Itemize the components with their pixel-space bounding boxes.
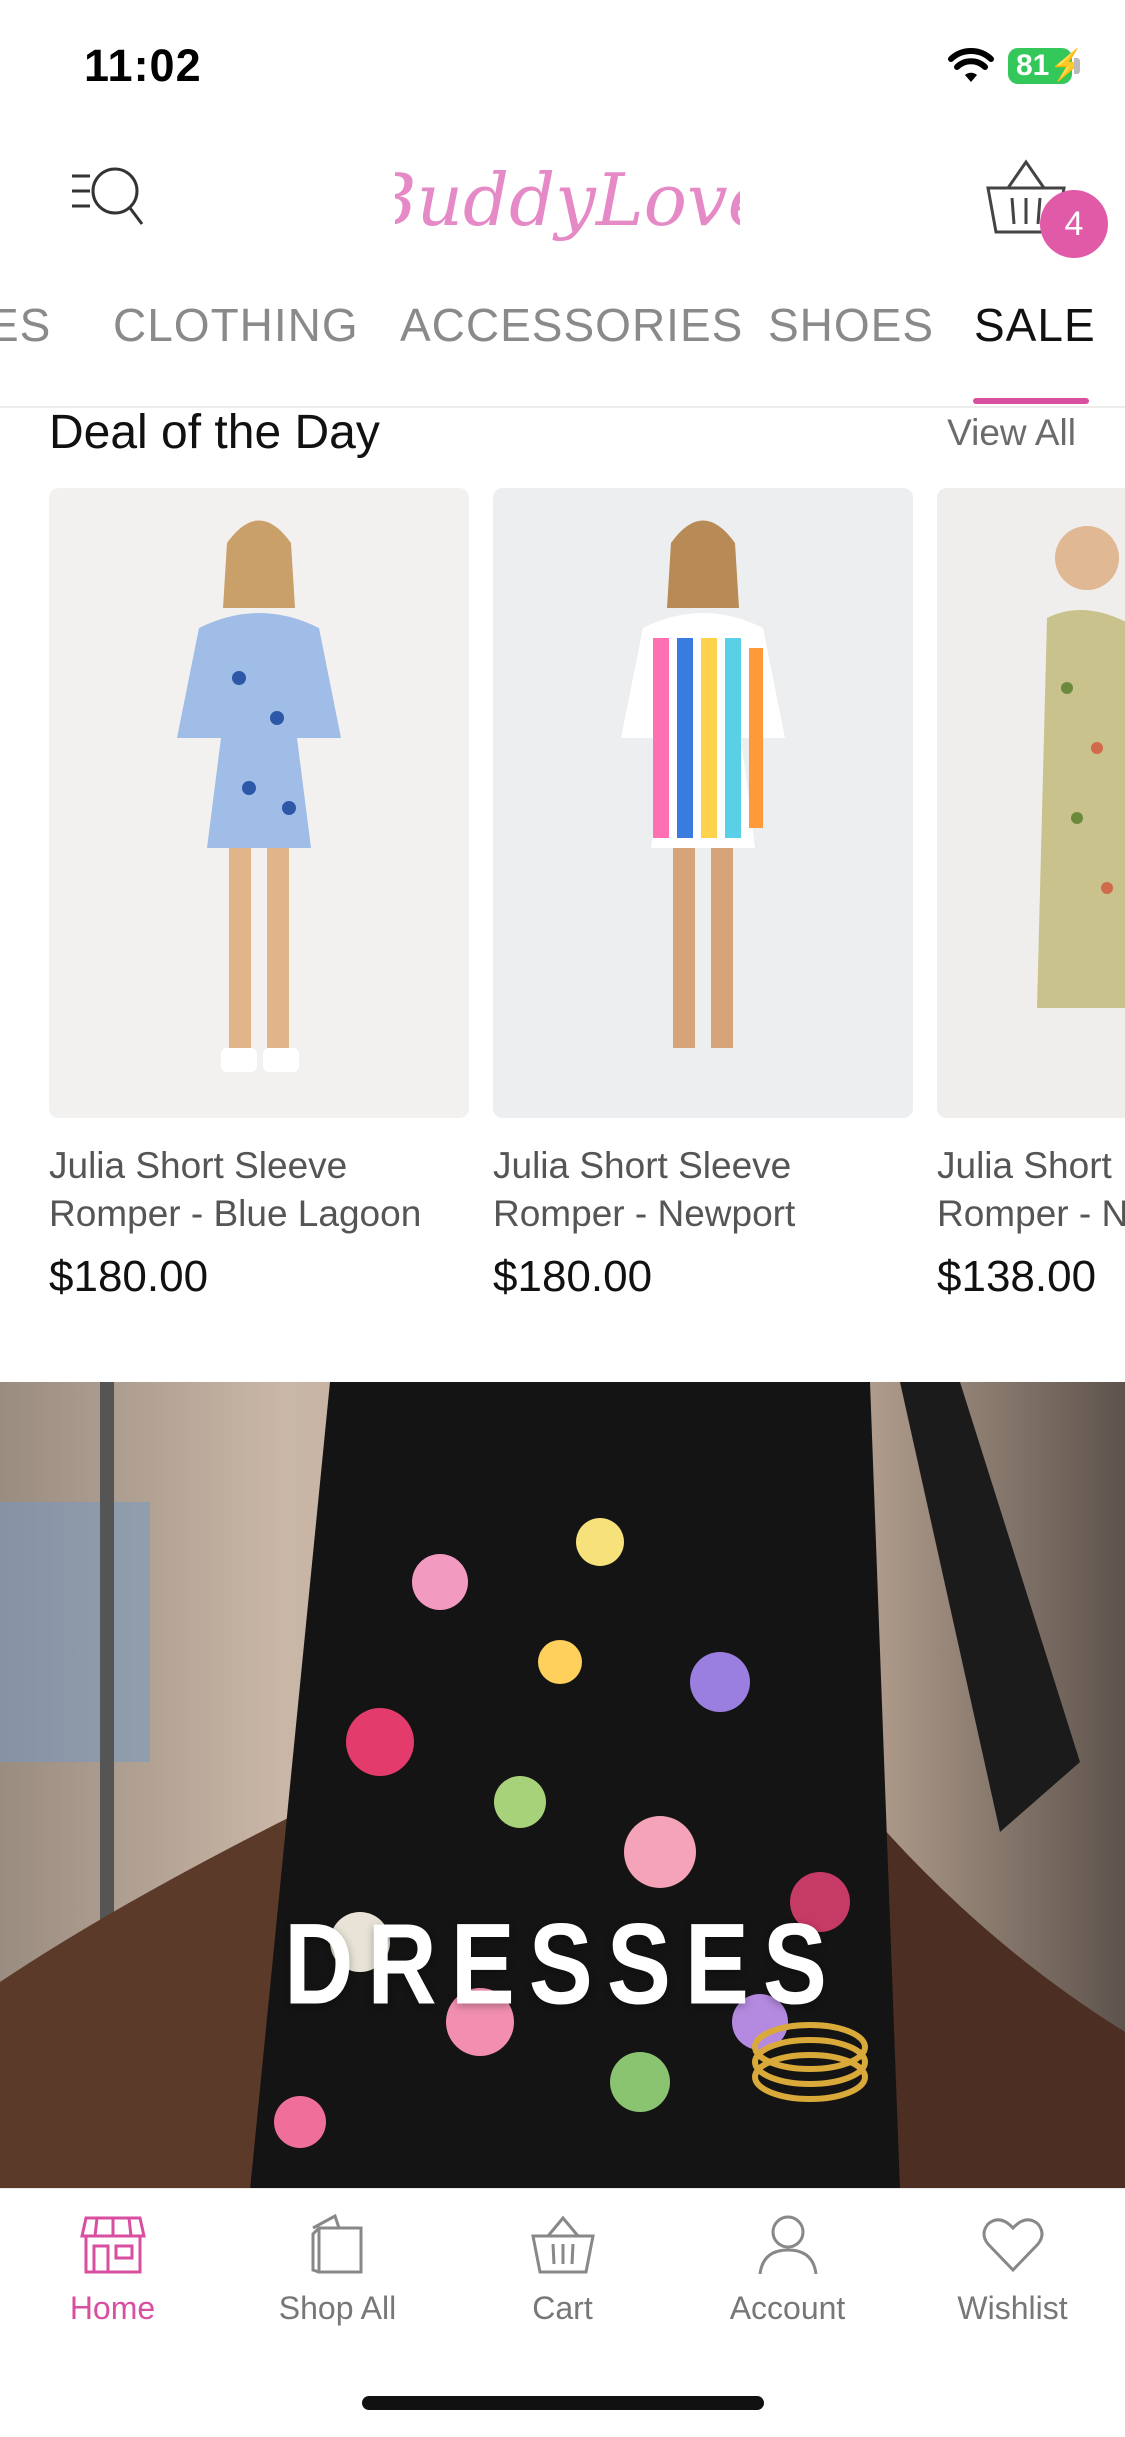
nav-account-label: Account bbox=[729, 2290, 846, 2326]
category-tabs: ES CLOTHING ACCESSORIES SHOES SALE bbox=[0, 298, 1125, 408]
battery-tip bbox=[1074, 58, 1080, 74]
menu-search-icon[interactable] bbox=[70, 158, 150, 228]
nav-shop-all-label: Shop All bbox=[278, 2290, 397, 2326]
nav-home[interactable]: Home bbox=[0, 2214, 225, 2327]
product-image[interactable] bbox=[937, 488, 1125, 1118]
product-card[interactable]: Julia Short Sleeve Romper - Blue Lagoon … bbox=[49, 488, 469, 1302]
shopping-bag-icon bbox=[311, 2214, 362, 2274]
product-name-line[interactable]: Julia Short Sleeve bbox=[49, 1142, 469, 1190]
nav-cart[interactable]: Cart bbox=[450, 2214, 675, 2327]
active-tab-indicator bbox=[973, 398, 1089, 404]
product-price: $180.00 bbox=[493, 1252, 653, 1301]
product-price: $138.00 bbox=[937, 1252, 1097, 1301]
storefront-icon bbox=[79, 2216, 146, 2274]
product-name-line[interactable]: Julia Short bbox=[937, 1142, 1125, 1190]
tab-categories[interactable]: ES bbox=[0, 298, 51, 352]
tab-shoes[interactable]: SHOES bbox=[768, 298, 934, 352]
product-card[interactable]: Julia Short Romper - N $138.00 bbox=[937, 488, 1125, 1302]
product-name-line[interactable]: Romper - Blue Lagoon bbox=[49, 1190, 469, 1238]
cart-count-badge[interactable]: 4 bbox=[1040, 190, 1108, 258]
product-image[interactable] bbox=[49, 488, 469, 1118]
logo-text: BuddyLove bbox=[395, 158, 740, 242]
banner-image[interactable] bbox=[0, 1382, 1125, 2190]
status-bar: 11:02 81⚡ bbox=[0, 0, 1125, 130]
status-time: 11:02 bbox=[84, 40, 202, 91]
view-all-link[interactable]: View All bbox=[947, 412, 1076, 454]
nav-cart-label: Cart bbox=[532, 2290, 593, 2326]
product-price: $180.00 bbox=[49, 1252, 209, 1301]
nav-wishlist-label: Wishlist bbox=[957, 2290, 1068, 2326]
tab-accessories[interactable]: ACCESSORIES bbox=[400, 298, 743, 352]
basket-icon bbox=[530, 2215, 595, 2274]
heart-icon bbox=[982, 2218, 1043, 2273]
product-name-line[interactable]: Julia Short Sleeve bbox=[493, 1142, 913, 1190]
product-name-line[interactable]: Romper - Newport bbox=[493, 1190, 913, 1238]
buddylove-logo[interactable]: BuddyLove bbox=[395, 125, 740, 275]
person-icon bbox=[758, 2215, 817, 2275]
wifi-icon bbox=[948, 48, 994, 82]
product-name-line[interactable]: Romper - N bbox=[937, 1190, 1125, 1238]
home-indicator bbox=[362, 2396, 764, 2410]
banner-title[interactable]: DRESSES bbox=[0, 1899, 1125, 2031]
nav-shop-all[interactable]: Shop All bbox=[225, 2214, 450, 2327]
tab-clothing[interactable]: CLOTHING bbox=[113, 298, 359, 352]
nav-home-label: Home bbox=[69, 2290, 156, 2326]
battery-indicator: 81⚡ bbox=[1008, 48, 1087, 84]
dresses-banner[interactable] bbox=[0, 1382, 1125, 2190]
section-title: Deal of the Day bbox=[49, 406, 380, 459]
nav-wishlist[interactable]: Wishlist bbox=[900, 2214, 1125, 2327]
battery-level: 81 bbox=[1016, 49, 1050, 82]
nav-account[interactable]: Account bbox=[675, 2214, 900, 2327]
product-image[interactable] bbox=[493, 488, 913, 1118]
product-card[interactable]: Julia Short Sleeve Romper - Newport $180… bbox=[493, 488, 913, 1302]
tab-sale[interactable]: SALE bbox=[974, 298, 1096, 352]
